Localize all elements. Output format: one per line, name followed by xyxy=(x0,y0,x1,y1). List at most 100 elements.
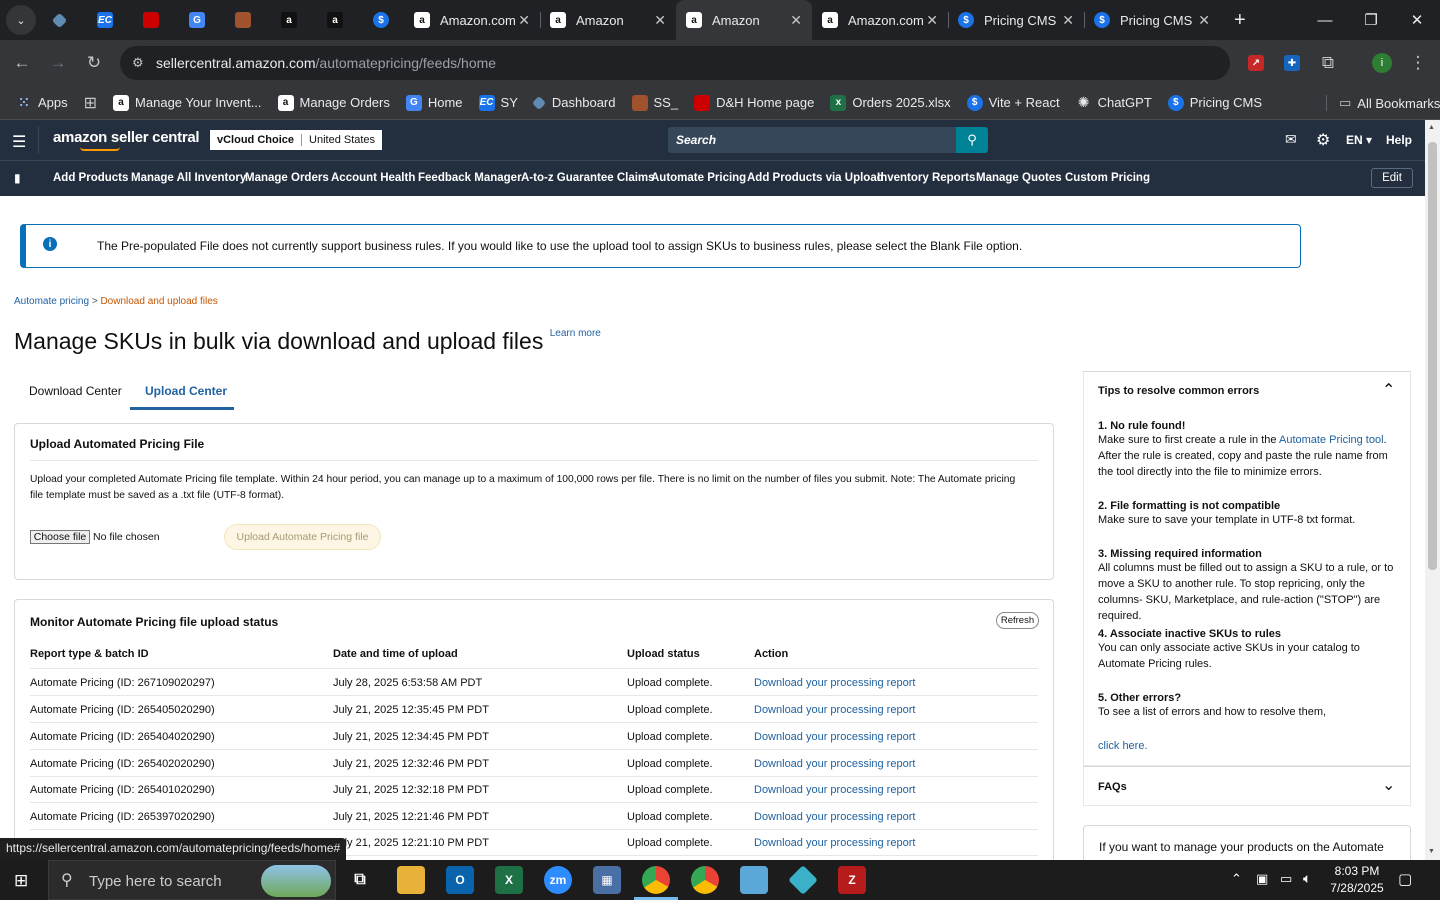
mail-icon[interactable]: ✉ xyxy=(1285,131,1297,148)
windows-start-icon[interactable]: ⊞ xyxy=(14,871,28,891)
tray-app-icon[interactable]: ▣ xyxy=(1256,871,1268,887)
search-button[interactable]: ⚲ xyxy=(956,127,988,153)
reload-button[interactable]: ↻ xyxy=(76,45,112,81)
close-icon[interactable]: ✕ xyxy=(518,12,530,29)
bookmark[interactable]: ✺ ChatGPT xyxy=(1076,94,1152,111)
breadcrumb-automate-pricing[interactable]: Automate pricing xyxy=(14,296,89,307)
tab-search-button[interactable]: ⌄ xyxy=(6,5,36,35)
pinned-tab[interactable] xyxy=(128,0,174,40)
choose-file-button[interactable]: Choose file xyxy=(30,530,90,544)
pinned-tab[interactable]: EC xyxy=(82,0,128,40)
help-link[interactable]: Help xyxy=(1386,133,1412,147)
profile-avatar[interactable]: i xyxy=(1372,53,1392,73)
all-bookmarks[interactable]: ▭ All Bookmarks xyxy=(1326,95,1440,111)
upload-file-button[interactable]: Upload Automate Pricing file xyxy=(224,524,381,550)
language-selector[interactable]: EN ▾ xyxy=(1346,133,1372,147)
download-report-link[interactable]: Download your processing report xyxy=(754,758,915,770)
nav-manage-all-inventory[interactable]: Manage All Inventory xyxy=(131,172,246,184)
close-icon[interactable]: ✕ xyxy=(1198,12,1210,29)
chevron-up-icon[interactable]: ⌃ xyxy=(1231,871,1242,887)
search-input[interactable]: Search xyxy=(668,127,956,153)
bookmark[interactable]: $ Pricing CMS xyxy=(1167,94,1262,111)
outlook-icon[interactable]: O xyxy=(446,866,474,894)
download-report-link[interactable]: Download your processing report xyxy=(754,784,915,796)
new-tab-button[interactable]: + xyxy=(1234,9,1246,32)
close-window-icon[interactable]: ✕ xyxy=(1394,0,1440,40)
download-report-link[interactable]: Download your processing report xyxy=(754,731,915,743)
url-bar[interactable]: ⚙ sellercentral.amazon.com/automateprici… xyxy=(120,46,1230,80)
network-icon[interactable]: ▭ xyxy=(1280,871,1292,887)
browser-tab-active[interactable]: a Amazon ✕ xyxy=(676,0,812,40)
download-report-link[interactable]: Download your processing report xyxy=(754,704,915,716)
gear-icon[interactable]: ⚙ xyxy=(1316,130,1330,150)
bookmark[interactable]: a Manage Your Invent... xyxy=(113,94,262,111)
nav-feedback-manager[interactable]: Feedback Manager xyxy=(418,172,522,184)
hamburger-menu-icon[interactable]: ☰ xyxy=(12,132,26,152)
chevron-down-icon[interactable]: ⌄ xyxy=(1382,775,1395,795)
pinned-tab[interactable]: a xyxy=(312,0,358,40)
download-report-link[interactable]: Download your processing report xyxy=(754,811,915,823)
pinned-tab[interactable]: a xyxy=(266,0,312,40)
pinned-tab[interactable]: G xyxy=(174,0,220,40)
taskbar-search-input[interactable]: ⚲ Type here to search xyxy=(48,860,336,900)
bookmark-icon[interactable]: ▮ xyxy=(14,171,21,185)
bookmark[interactable]: a Manage Orders xyxy=(277,94,390,111)
refresh-button[interactable]: Refresh xyxy=(996,612,1039,629)
automate-pricing-tool-link[interactable]: Automate Pricing tool xyxy=(1279,434,1384,446)
pinned-tab[interactable]: $ xyxy=(358,0,404,40)
back-button[interactable]: ← xyxy=(4,45,40,81)
browser-tab[interactable]: a Amazon.com ✕ xyxy=(404,0,540,40)
scrollbar-thumb[interactable] xyxy=(1428,142,1437,570)
browser-tab[interactable]: $ Pricing CMS ✕ xyxy=(1084,0,1220,40)
bookmark[interactable]: $ Vite + React xyxy=(966,94,1060,111)
bookmark[interactable]: G Home xyxy=(405,94,463,111)
notification-icon[interactable]: ▢ xyxy=(1398,870,1412,888)
clock[interactable]: 8:03 PM 7/28/2025 xyxy=(1330,864,1384,895)
nav-inventory-reports[interactable]: Inventory Reports xyxy=(877,172,975,184)
tab-groups-icon[interactable]: ⊞ xyxy=(84,93,97,113)
volume-icon[interactable]: 🔈︎ xyxy=(1303,870,1311,887)
app-icon[interactable] xyxy=(740,866,768,894)
nav-manage-orders[interactable]: Manage Orders xyxy=(245,172,329,184)
nav-custom-pricing[interactable]: Custom Pricing xyxy=(1065,172,1150,184)
close-icon[interactable]: ✕ xyxy=(654,12,666,29)
page-scrollbar[interactable]: ▲ ▼ xyxy=(1425,120,1440,860)
puzzle-icon[interactable]: ⧉ xyxy=(1310,45,1346,81)
account-switcher[interactable]: vCloud Choice United States xyxy=(210,130,383,150)
close-icon[interactable]: ✕ xyxy=(790,12,802,29)
forward-button[interactable]: → xyxy=(40,45,76,81)
bookmark[interactable]: SS_ xyxy=(631,94,678,111)
filezilla-icon[interactable]: Z xyxy=(838,866,866,894)
browser-tab[interactable]: $ Pricing CMS ✕ xyxy=(948,0,1084,40)
nav-add-products[interactable]: Add Products xyxy=(53,172,128,184)
nav-automate-pricing[interactable]: Automate Pricing xyxy=(651,172,746,184)
bookmark[interactable]: Dashboard xyxy=(531,95,616,110)
restore-icon[interactable]: ❐ xyxy=(1348,0,1394,40)
pinned-tab[interactable] xyxy=(36,0,82,40)
bookmark-apps[interactable]: ⁙ Apps xyxy=(16,95,68,111)
faqs-section[interactable]: FAQs ⌄ xyxy=(1083,766,1411,806)
chevron-up-icon[interactable]: ⌃ xyxy=(1382,380,1395,400)
task-view-icon[interactable]: ⧉ xyxy=(346,866,374,894)
browser-tab[interactable]: a Amazon.com ✕ xyxy=(812,0,948,40)
browser-tab[interactable]: a Amazon ✕ xyxy=(540,0,676,40)
excel-icon[interactable]: X xyxy=(495,866,523,894)
tab-upload-center[interactable]: Upload Center xyxy=(130,374,234,410)
bookmark[interactable]: D&H Home page xyxy=(694,94,814,111)
nav-add-products-upload[interactable]: Add Products via Upload xyxy=(747,172,884,184)
click-here-link[interactable]: click here. xyxy=(1098,740,1148,752)
close-icon[interactable]: ✕ xyxy=(1062,12,1074,29)
bookmark[interactable]: x Orders 2025.xlsx xyxy=(830,94,951,111)
zoom-app-icon[interactable]: zm xyxy=(544,866,572,894)
kebab-menu-icon[interactable]: ⋮ xyxy=(1400,45,1436,81)
download-report-link[interactable]: Download your processing report xyxy=(754,677,915,689)
tab-download-center[interactable]: Download Center xyxy=(14,374,130,410)
close-icon[interactable]: ✕ xyxy=(926,12,938,29)
extension-icon[interactable]: ↗ xyxy=(1248,55,1264,71)
nav-manage-quotes[interactable]: Manage Quotes xyxy=(976,172,1062,184)
learn-more-link[interactable]: Learn more xyxy=(550,328,601,339)
site-info-icon[interactable]: ⚙ xyxy=(132,55,144,71)
diamond-app-icon[interactable] xyxy=(788,865,818,895)
pinned-tab[interactable] xyxy=(220,0,266,40)
bookmark[interactable]: EC SY xyxy=(478,94,518,111)
